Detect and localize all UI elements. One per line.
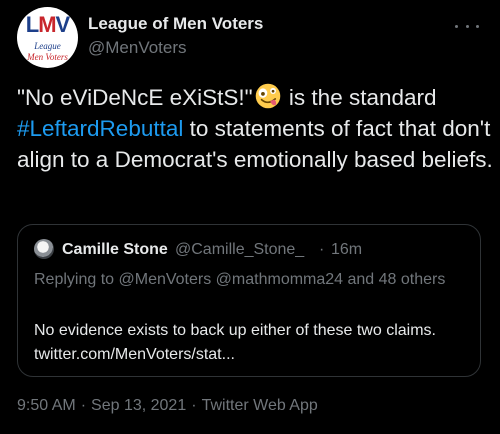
quoted-timestamp: 16m bbox=[331, 241, 363, 258]
tweet-metadata: 9:50 AM · Sep 13, 2021 · Twitter Web App bbox=[17, 397, 318, 414]
avatar-caption-league: League bbox=[34, 41, 61, 51]
author-handle[interactable]: @MenVoters bbox=[88, 38, 187, 58]
author-avatar[interactable]: LMV League Men Voters bbox=[17, 7, 78, 68]
separator-dot: · bbox=[319, 241, 325, 258]
avatar-logo: LMV bbox=[25, 12, 70, 37]
quoted-tweet[interactable]: Camille Stone @Camille_Stone_ · 16m Repl… bbox=[17, 224, 481, 377]
tweet-date[interactable]: Sep 13, 2021 bbox=[91, 397, 186, 414]
replying-mentions: @MenVoters @mathmomma24 bbox=[118, 271, 344, 288]
replying-to: Replying to @MenVoters @mathmomma24 and … bbox=[34, 271, 446, 288]
tweet-card: LMV League Men Voters League of Men Vote… bbox=[0, 0, 500, 434]
quoted-link: twitter.com/MenVoters/stat... bbox=[34, 346, 235, 363]
tweet-time[interactable]: 9:50 AM bbox=[17, 397, 76, 414]
more-options-icon[interactable] bbox=[455, 20, 479, 32]
avatar-caption-men-voters: Men Voters bbox=[27, 52, 68, 62]
quoted-author-handle: @Camille_Stone_ bbox=[175, 241, 305, 258]
tweet-text: "No eViDeNcE eXiStS!" is the standard #L… bbox=[17, 82, 493, 175]
quoted-text-line: No evidence exists to back up either of … bbox=[34, 322, 436, 339]
quoted-author-name: Camille Stone bbox=[62, 241, 168, 258]
quoted-tweet-text: No evidence exists to back up either of … bbox=[34, 319, 474, 367]
tweet-source: Twitter Web App bbox=[201, 397, 318, 414]
quoted-author-avatar[interactable] bbox=[34, 239, 54, 259]
author-display-name[interactable]: League of Men Voters bbox=[88, 14, 263, 34]
tweet-text-part: is the standard bbox=[282, 85, 437, 110]
hashtag-link[interactable]: #LeftardRebuttal bbox=[17, 116, 183, 141]
zany-face-icon bbox=[255, 83, 280, 109]
tweet-text-part: "No eViDeNcE eXiStS!" bbox=[17, 85, 253, 110]
